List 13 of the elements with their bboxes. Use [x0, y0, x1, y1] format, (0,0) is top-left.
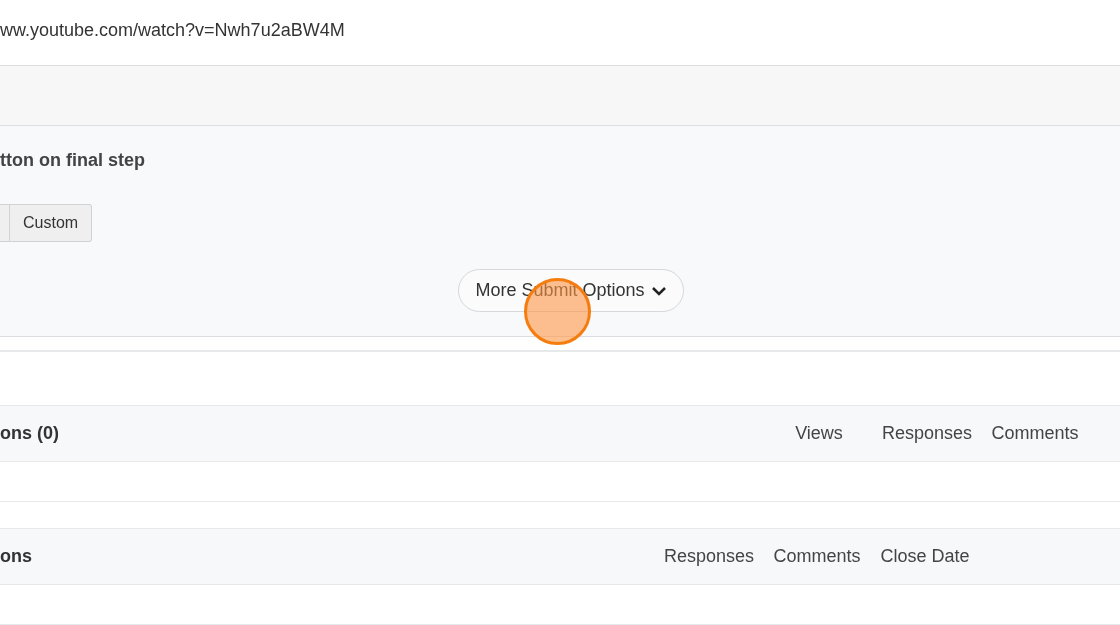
- column-header: Close Date: [879, 546, 971, 567]
- segment-button[interactable]: Custom: [10, 204, 93, 242]
- column-header: Comments: [990, 423, 1080, 444]
- chevron-down-icon: [650, 285, 667, 296]
- column-header: Comments: [772, 546, 862, 567]
- url-text: ww.youtube.com/watch?v=Nwh7u2aBW4M: [0, 20, 345, 41]
- table-title: ons: [0, 546, 33, 567]
- column-header: Responses: [662, 546, 756, 567]
- section-heading: tton on final step: [0, 150, 146, 172]
- column-header: Views: [794, 423, 844, 444]
- table-title: ons (0): [0, 423, 60, 444]
- column-header: Responses: [880, 423, 974, 444]
- button-segment[interactable]: [0, 204, 10, 242]
